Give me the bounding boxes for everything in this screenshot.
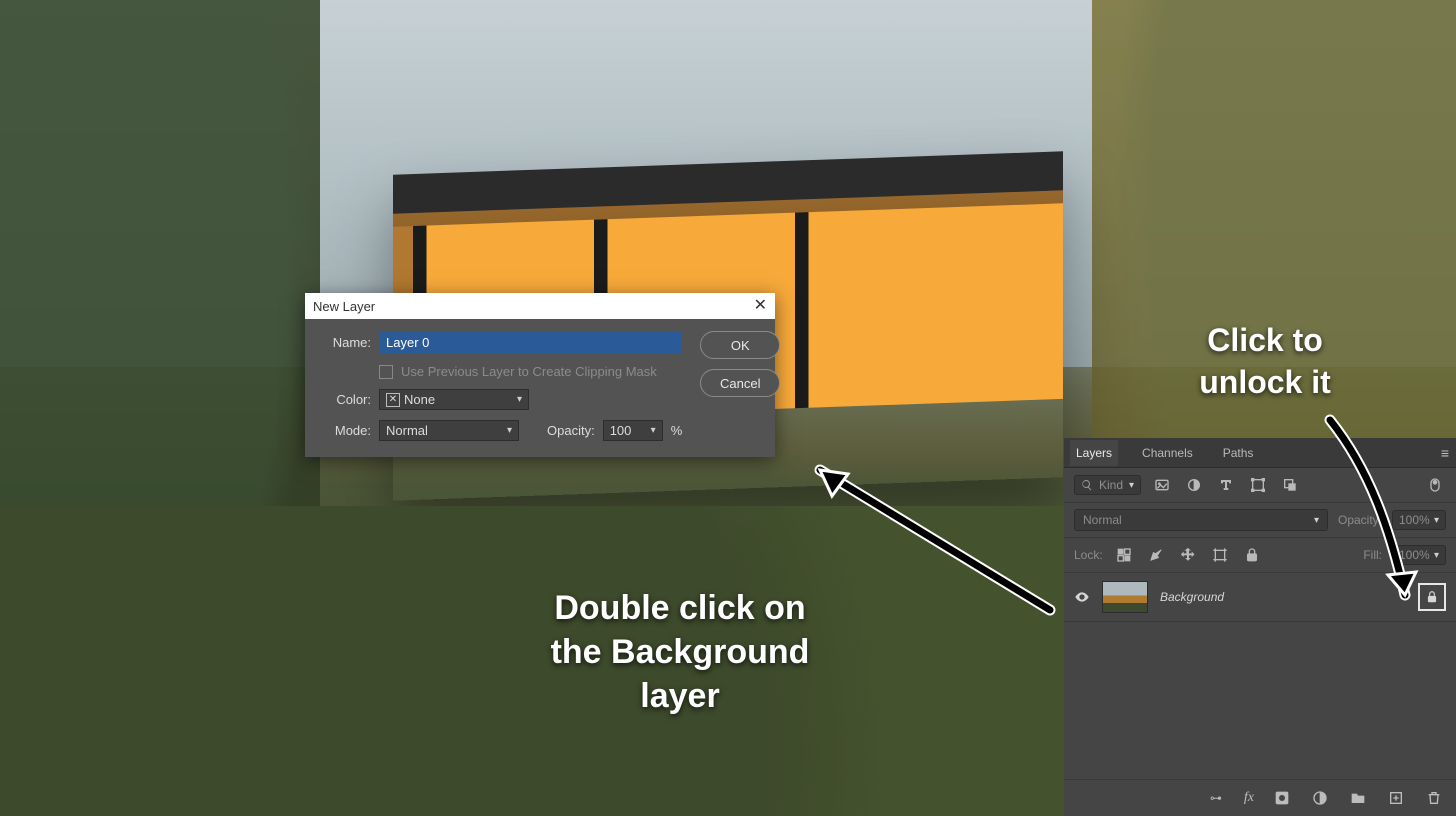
chevron-down-icon: ▾: [651, 425, 656, 436]
layer-filter-row: Kind ▾: [1064, 468, 1456, 503]
clipping-mask-label: Use Previous Layer to Create Clipping Ma…: [401, 364, 657, 379]
color-select[interactable]: ✕ None ▾: [379, 389, 529, 410]
layer-name-label: Background: [1160, 590, 1406, 604]
panel-menu-icon[interactable]: ≡: [1441, 445, 1450, 461]
fill-value: 100%: [1399, 548, 1430, 562]
chevron-down-icon: ▾: [517, 394, 522, 405]
chevron-down-icon: ▾: [507, 425, 512, 436]
dialog-title: New Layer: [313, 299, 375, 314]
blend-row: Normal ▾ Opacity: 100% ▾: [1064, 503, 1456, 538]
chevron-down-icon: ▾: [1434, 515, 1439, 526]
blend-mode-select[interactable]: Normal ▾: [379, 420, 519, 441]
clipping-mask-checkbox: [379, 365, 393, 379]
lock-transparency-icon[interactable]: [1113, 544, 1135, 566]
ok-button[interactable]: OK: [700, 331, 780, 359]
tab-paths[interactable]: Paths: [1217, 440, 1260, 466]
new-layer-icon[interactable]: [1386, 788, 1406, 808]
visibility-eye-icon[interactable]: [1074, 589, 1090, 605]
trash-icon[interactable]: [1424, 788, 1444, 808]
lock-all-icon[interactable]: [1241, 544, 1263, 566]
opacity-value: 100: [610, 423, 632, 438]
filter-kind-select[interactable]: Kind ▾: [1074, 475, 1141, 495]
lock-position-icon[interactable]: [1177, 544, 1199, 566]
chevron-down-icon: ▾: [1434, 550, 1439, 561]
layer-thumbnail[interactable]: [1102, 581, 1148, 613]
lock-artboard-icon[interactable]: [1209, 544, 1231, 566]
layer-fx-icon[interactable]: fx: [1244, 790, 1254, 806]
layer-name-input[interactable]: [379, 331, 682, 354]
layers-panel: Layers Channels Paths ≡ Kind ▾ Normal ▾ …: [1064, 438, 1456, 816]
ok-label: OK: [731, 338, 750, 353]
chevron-down-icon: ▾: [1314, 515, 1319, 526]
mode-value: Normal: [386, 423, 428, 438]
group-icon[interactable]: [1348, 788, 1368, 808]
new-layer-dialog: New Layer ✕ Name: Use Previous Layer to …: [305, 293, 775, 457]
panel-tabs: Layers Channels Paths ≡: [1064, 438, 1456, 468]
lock-row: Lock: Fill: 100% ▾: [1064, 538, 1456, 573]
filter-pixel-icon[interactable]: [1151, 474, 1173, 496]
adjustment-layer-icon[interactable]: [1310, 788, 1330, 808]
opacity-suffix: %: [671, 423, 683, 438]
close-icon[interactable]: ✕: [754, 298, 767, 314]
none-swatch-icon: ✕: [386, 393, 400, 407]
panel-opacity-input: 100% ▾: [1392, 510, 1446, 530]
panel-blend-mode-select: Normal ▾: [1074, 509, 1328, 531]
filter-toggle-icon[interactable]: [1424, 474, 1446, 496]
color-value: None: [404, 392, 435, 407]
filter-adjustment-icon[interactable]: [1183, 474, 1205, 496]
panel-opacity-value: 100%: [1399, 513, 1430, 527]
search-icon: [1081, 479, 1093, 491]
mode-label: Mode:: [319, 423, 371, 438]
name-label: Name:: [319, 335, 371, 350]
opacity-label: Opacity:: [547, 423, 595, 438]
panel-blend-mode-value: Normal: [1083, 513, 1122, 527]
link-layers-icon[interactable]: ⊶: [1206, 788, 1226, 808]
filter-kind-label: Kind: [1099, 478, 1123, 492]
layer-row-background[interactable]: Background: [1064, 573, 1456, 622]
color-label: Color:: [319, 392, 371, 407]
panel-opacity-label: Opacity:: [1338, 513, 1382, 527]
cancel-button[interactable]: Cancel: [700, 369, 780, 397]
lock-pixels-icon[interactable]: [1145, 544, 1167, 566]
cancel-label: Cancel: [720, 376, 760, 391]
lock-label: Lock:: [1074, 548, 1103, 562]
tab-channels[interactable]: Channels: [1136, 440, 1199, 466]
filter-smartobject-icon[interactable]: [1279, 474, 1301, 496]
chevron-down-icon: ▾: [1129, 480, 1134, 491]
add-mask-icon[interactable]: [1272, 788, 1292, 808]
filter-type-icon[interactable]: [1215, 474, 1237, 496]
layer-lock-icon[interactable]: [1418, 583, 1446, 611]
filter-shape-icon[interactable]: [1247, 474, 1269, 496]
fill-label: Fill:: [1363, 548, 1382, 562]
opacity-input[interactable]: 100 ▾: [603, 420, 663, 441]
dialog-titlebar[interactable]: New Layer ✕: [305, 293, 775, 319]
tab-layers[interactable]: Layers: [1070, 440, 1118, 466]
panel-footer: ⊶ fx: [1064, 779, 1456, 816]
fill-input: 100% ▾: [1392, 545, 1446, 565]
